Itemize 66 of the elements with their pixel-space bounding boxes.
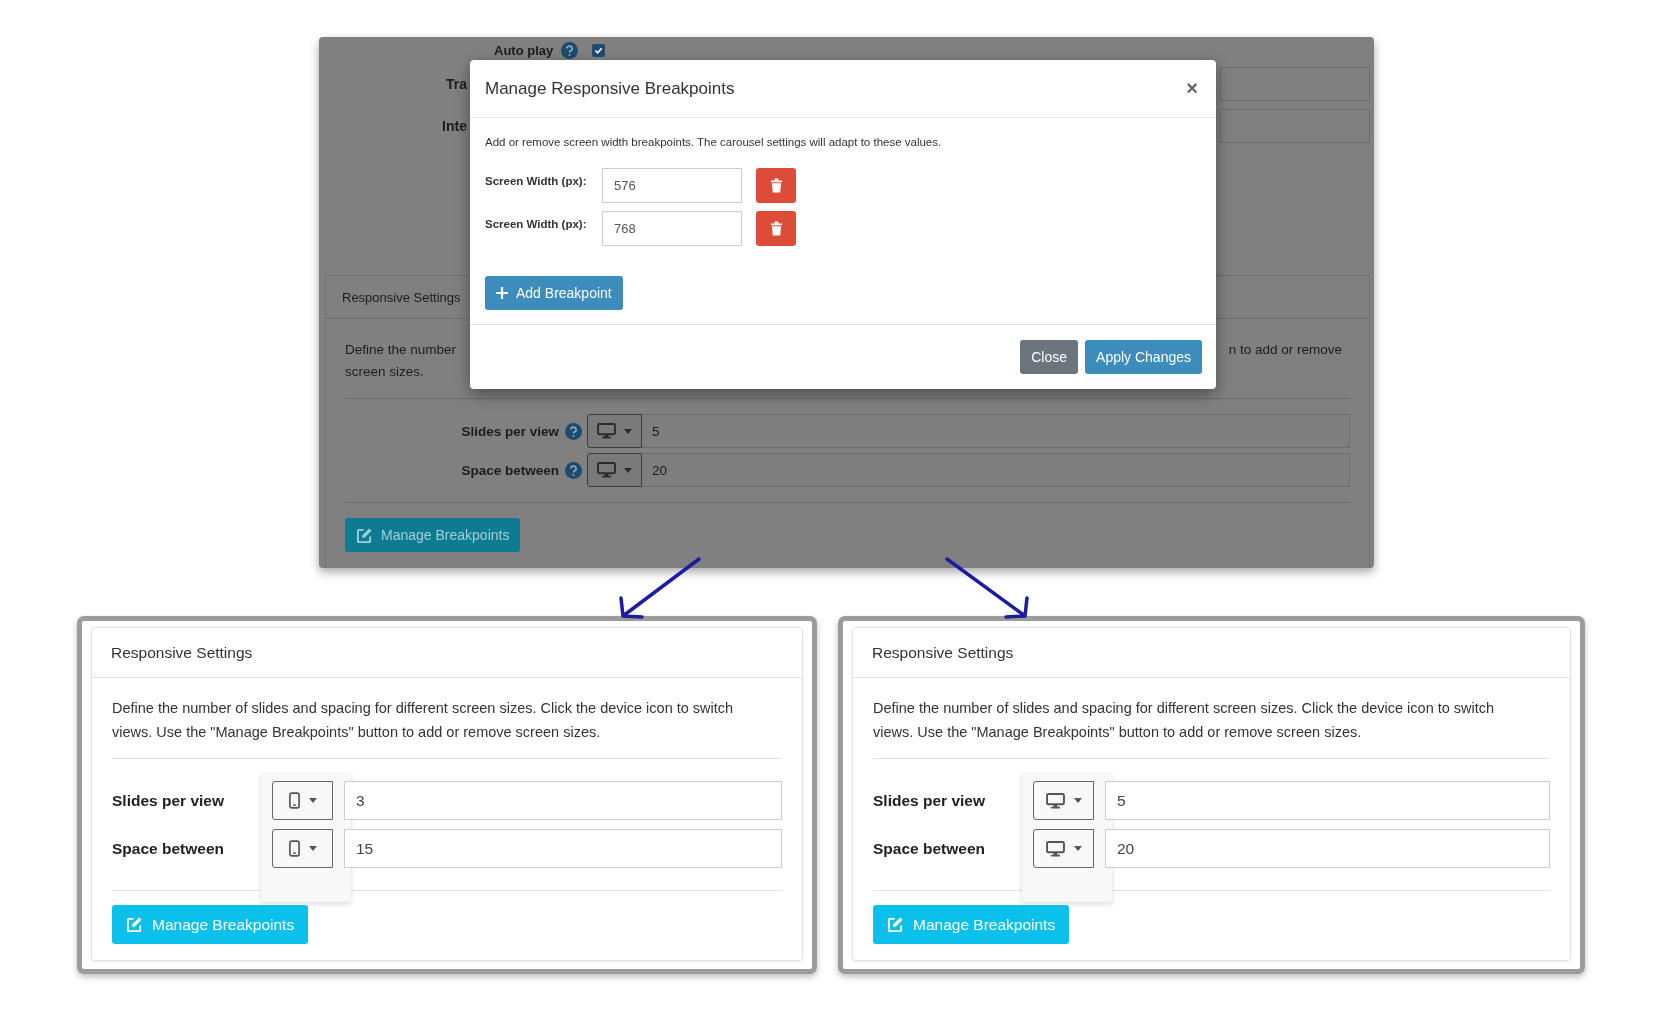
description-text: screen sizes. — [345, 363, 424, 381]
description-text: Define the number — [345, 341, 457, 359]
device-dropdown[interactable] — [1033, 781, 1094, 820]
help-icon[interactable] — [561, 42, 579, 59]
monitor-icon — [1045, 792, 1065, 809]
delete-button[interactable] — [756, 211, 796, 246]
field-label: Tra — [445, 76, 467, 92]
phone-icon — [288, 840, 300, 857]
input-field[interactable]: 15 — [344, 829, 782, 868]
caret-icon — [1073, 798, 1082, 803]
close-icon[interactable]: × — [1186, 77, 1198, 100]
input-field[interactable]: 576 — [602, 168, 742, 203]
description-text: Define the number of slides and spacing for different screen sizes. Click the device icon to switch views. Use the "Manage Breakpoints" button to add or remove screen sizes. — [112, 699, 735, 742]
checkbox[interactable] — [592, 44, 606, 57]
caret-icon — [308, 798, 317, 803]
description-text: Define the number of slides and spacing for different screen sizes. Click the device icon to switch views. Use the "Manage Breakpoints" button to add or remove screen sizes. — [873, 699, 1496, 742]
input-field[interactable] — [1220, 109, 1370, 143]
input-field[interactable] — [1220, 67, 1370, 101]
setting-label: Slides per view — [460, 423, 559, 439]
edit-icon — [126, 916, 143, 933]
card-title: Responsive Settings — [111, 643, 253, 662]
caret-icon — [624, 428, 632, 434]
caret-icon — [624, 467, 632, 473]
device-dropdown[interactable] — [272, 781, 333, 820]
caret-icon — [308, 846, 317, 851]
manage-breakpoints-button[interactable]: Manage Breakpoints — [345, 518, 521, 552]
plus-icon — [496, 287, 508, 299]
input-field[interactable]: 20 — [1105, 829, 1550, 868]
setting-label: Space between — [460, 462, 559, 478]
device-dropdown[interactable] — [587, 414, 642, 448]
setting-label: Slides per view — [873, 791, 986, 810]
field-label: Inte — [441, 118, 467, 134]
device-dropdown[interactable] — [272, 829, 333, 868]
input-field[interactable]: 768 — [602, 211, 742, 246]
phone-icon — [288, 792, 300, 809]
description-text: n to add or remove — [1228, 341, 1342, 359]
trash-icon — [769, 221, 783, 236]
monitor-icon — [597, 423, 616, 439]
monitor-icon — [1045, 840, 1065, 857]
card-title: Responsive Settings — [342, 289, 461, 305]
modal-description: Add or remove screen width breakpoints. The carousel settings will adapt to these values. — [485, 136, 943, 148]
help-icon[interactable] — [565, 461, 582, 479]
card-title: Responsive Settings — [872, 643, 1014, 662]
setting-label: Space between — [873, 839, 986, 858]
input-field[interactable]: 5 — [642, 414, 1350, 448]
modal-title: Manage Responsive Breakpoints — [485, 78, 735, 99]
close-button[interactable]: Close — [1020, 340, 1079, 374]
edit-icon — [356, 526, 373, 544]
setting-label: Slides per view — [112, 791, 225, 810]
add-breakpoint-button[interactable]: Add Breakpoint — [485, 276, 623, 310]
device-dropdown[interactable] — [587, 453, 642, 487]
monitor-icon — [597, 462, 616, 478]
setting-label: Auto play — [494, 43, 554, 58]
field-label: Screen Width (px): — [485, 217, 588, 230]
trash-icon — [769, 178, 783, 193]
setting-label: Space between — [112, 839, 225, 858]
delete-button[interactable] — [756, 168, 796, 203]
apply-changes-button[interactable]: Apply Changes — [1085, 340, 1202, 374]
edit-icon — [887, 916, 904, 933]
input-field[interactable]: 3 — [344, 781, 782, 820]
device-dropdown[interactable] — [1033, 829, 1094, 868]
input-field[interactable]: 20 — [642, 453, 1350, 487]
caret-icon — [1073, 846, 1082, 851]
field-label: Screen Width (px): — [485, 174, 588, 187]
help-icon[interactable] — [565, 422, 582, 440]
input-field[interactable]: 5 — [1105, 781, 1550, 820]
